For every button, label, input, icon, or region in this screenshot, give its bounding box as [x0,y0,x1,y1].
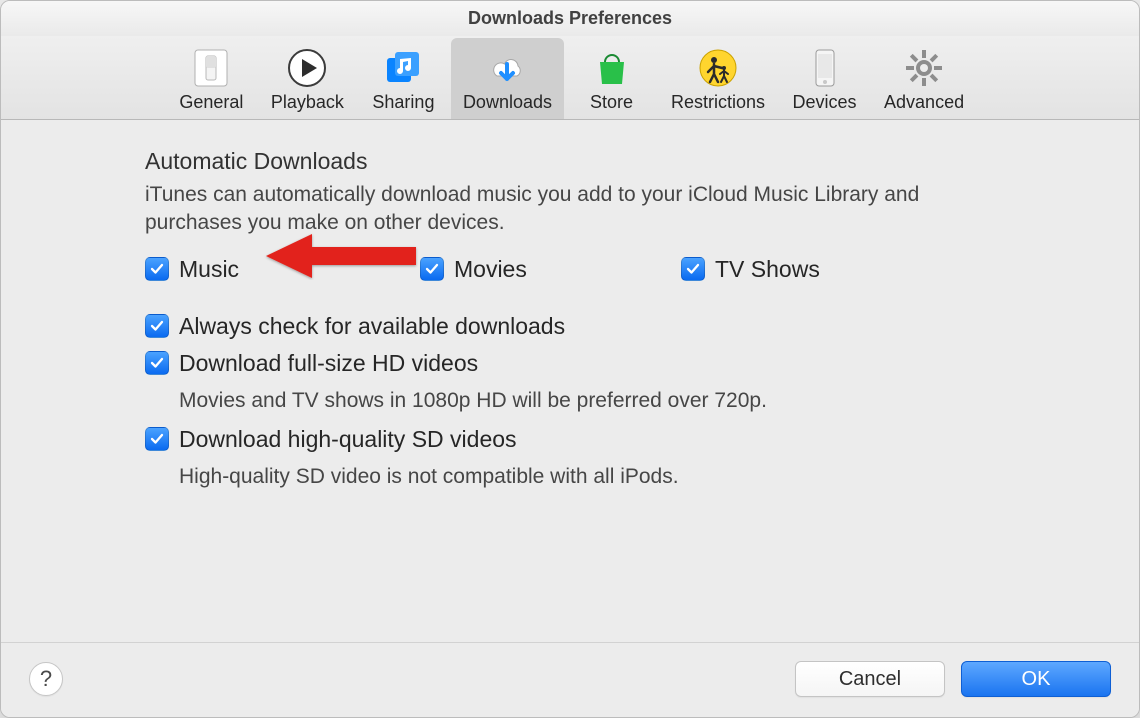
auto-download-types-row: Music Movies TV Shows [145,256,1101,283]
toolbar-label: Downloads [463,92,552,113]
device-phone-icon [803,46,847,90]
sd-description: High-quality SD video is not compatible … [179,463,1101,490]
toolbar-label: Restrictions [671,92,765,113]
tvshows-label: TV Shows [715,256,820,283]
cancel-button[interactable]: Cancel [795,661,945,697]
section-title: Automatic Downloads [145,148,1101,175]
toolbar-tab-restrictions[interactable]: Restrictions [659,38,777,119]
parental-icon [696,46,740,90]
toolbar-tab-general[interactable]: General [164,38,259,119]
content-pane: Automatic Downloads iTunes can automatic… [1,120,1139,642]
toolbar-label: General [179,92,243,113]
always-check-row: Always check for available downloads [145,313,1101,340]
hd-label: Download full-size HD videos [179,350,478,377]
shopping-bag-icon [590,46,634,90]
tvshows-checkbox[interactable] [681,257,705,281]
movies-label: Movies [454,256,527,283]
music-checkbox[interactable] [145,257,169,281]
music-label: Music [179,256,239,283]
always-check-checkbox[interactable] [145,314,169,338]
sd-label: Download high-quality SD videos [179,426,517,453]
hd-row: Download full-size HD videos [145,350,1101,377]
toolbar-label: Advanced [884,92,964,113]
preferences-window: Downloads Preferences General Playback S… [0,0,1140,718]
movies-checkbox[interactable] [420,257,444,281]
toolbar-label: Store [590,92,633,113]
footer-bar: ? Cancel OK [1,642,1139,717]
always-check-label: Always check for available downloads [179,313,565,340]
gear-icon [902,46,946,90]
toolbar-tab-downloads[interactable]: Downloads [451,38,564,119]
toolbar-tab-playback[interactable]: Playback [259,38,356,119]
section-description: iTunes can automatically download music … [145,181,1021,238]
preferences-toolbar: General Playback Sharing Downloads Store [1,36,1139,120]
ok-button[interactable]: OK [961,661,1111,697]
toolbar-label: Playback [271,92,344,113]
hd-description: Movies and TV shows in 1080p HD will be … [179,387,1101,414]
toolbar-label: Sharing [372,92,434,113]
toolbar-tab-sharing[interactable]: Sharing [356,38,451,119]
toolbar-tab-advanced[interactable]: Advanced [872,38,976,119]
music-share-icon [381,46,425,90]
toolbar-label: Devices [793,92,857,113]
hd-checkbox[interactable] [145,351,169,375]
play-icon [285,46,329,90]
sd-row: Download high-quality SD videos [145,426,1101,453]
window-title: Downloads Preferences [1,1,1139,36]
sd-checkbox[interactable] [145,427,169,451]
toolbar-tab-devices[interactable]: Devices [777,38,872,119]
cloud-download-icon [485,46,529,90]
toolbar-tab-store[interactable]: Store [564,38,659,119]
switch-icon [189,46,233,90]
help-button[interactable]: ? [29,662,63,696]
